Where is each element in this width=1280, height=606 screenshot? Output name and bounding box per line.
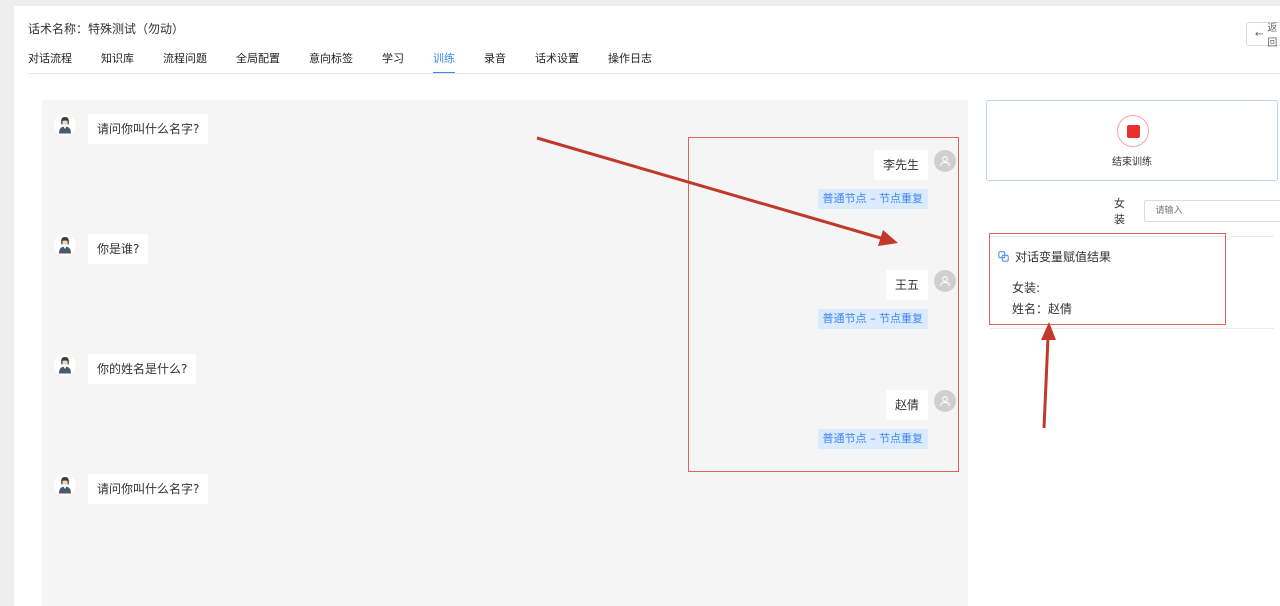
end-training-label: 结束训练 (1112, 157, 1152, 168)
agent-avatar-icon (54, 474, 76, 496)
stop-icon (1126, 124, 1140, 138)
annotation-box (989, 233, 1226, 325)
bot-message-row: 你是谁? (54, 234, 149, 264)
tab-operation-log[interactable]: 操作日志 (608, 52, 652, 74)
tab-dialog-flow[interactable]: 对话流程 (28, 52, 72, 74)
end-training-card: 结束训练 (986, 100, 1278, 181)
page-title: 话术名称：特殊测试（勿动） (28, 22, 185, 36)
bot-message-bubble: 你是谁? (88, 234, 149, 264)
variable-input[interactable] (1144, 200, 1280, 222)
tab-learning[interactable]: 学习 (382, 52, 404, 74)
bot-message-row: 请问你叫什么名字? (54, 474, 209, 504)
tab-knowledge-base[interactable]: 知识库 (101, 52, 134, 74)
tab-intent-tags[interactable]: 意向标签 (309, 52, 353, 74)
tab-recording[interactable]: 录音 (484, 52, 506, 74)
variable-field-label: 女装 (1114, 197, 1125, 226)
agent-avatar-icon (54, 114, 76, 136)
bot-message-bubble: 请问你叫什么名字? (88, 114, 209, 144)
tab-bar: 对话流程 知识库 流程问题 全局配置 意向标签 学习 训练 录音 话术设置 操作… (28, 52, 681, 74)
tab-script-settings[interactable]: 话术设置 (535, 52, 579, 74)
tab-divider (28, 73, 1280, 74)
end-training-button[interactable] (1117, 115, 1149, 147)
bot-message-row: 请问你叫什么名字? (54, 114, 209, 144)
tab-training[interactable]: 训练 (433, 52, 455, 74)
agent-avatar-icon (54, 354, 76, 376)
back-button[interactable]: ← 返回 (1246, 22, 1280, 49)
back-button-label: 返回 (1267, 23, 1278, 49)
agent-avatar-icon (54, 234, 76, 256)
tab-flow-questions[interactable]: 流程问题 (163, 52, 207, 74)
annotation-box (688, 137, 959, 472)
bot-message-row: 你的姓名是什么? (54, 354, 197, 384)
arrow-left-icon: ← (1255, 28, 1264, 40)
bot-message-bubble: 请问你叫什么名字? (88, 474, 209, 504)
tab-global-config[interactable]: 全局配置 (236, 52, 280, 74)
bot-message-bubble: 你的姓名是什么? (88, 354, 197, 384)
variable-field-row: 女装 (1114, 195, 1280, 227)
